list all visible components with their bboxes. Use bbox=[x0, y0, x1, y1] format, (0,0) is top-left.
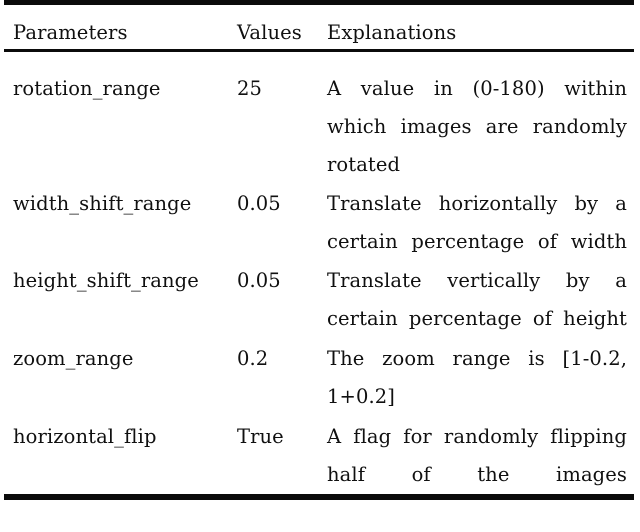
parameter-name-cell: rotation_range bbox=[13, 77, 161, 100]
parameter-name-cell: zoom_range bbox=[13, 347, 134, 370]
parameter-value-cell: 0.2 bbox=[237, 347, 269, 370]
parameter-value-cell: 0.05 bbox=[237, 192, 281, 215]
column-header-values: Values bbox=[237, 21, 302, 44]
table-bottom-rule bbox=[4, 494, 634, 500]
column-header-parameters: Parameters bbox=[13, 21, 128, 44]
table-top-rule bbox=[4, 0, 634, 5]
parameter-explanation-cell: A flag for randomly flipping half of the… bbox=[327, 425, 627, 486]
parameter-value-cell: 25 bbox=[237, 77, 263, 100]
table-mid-rule bbox=[4, 49, 634, 52]
parameter-value-cell: True bbox=[237, 425, 284, 448]
parameter-name-cell: horizontal_flip bbox=[13, 425, 157, 448]
parameters-table-figure: Parameters Values Explanations rotation_… bbox=[0, 0, 640, 506]
parameter-name-cell: height_shift_range bbox=[13, 269, 199, 292]
parameter-name-cell: width_shift_range bbox=[13, 192, 192, 215]
parameter-value-cell: 0.05 bbox=[237, 269, 281, 292]
